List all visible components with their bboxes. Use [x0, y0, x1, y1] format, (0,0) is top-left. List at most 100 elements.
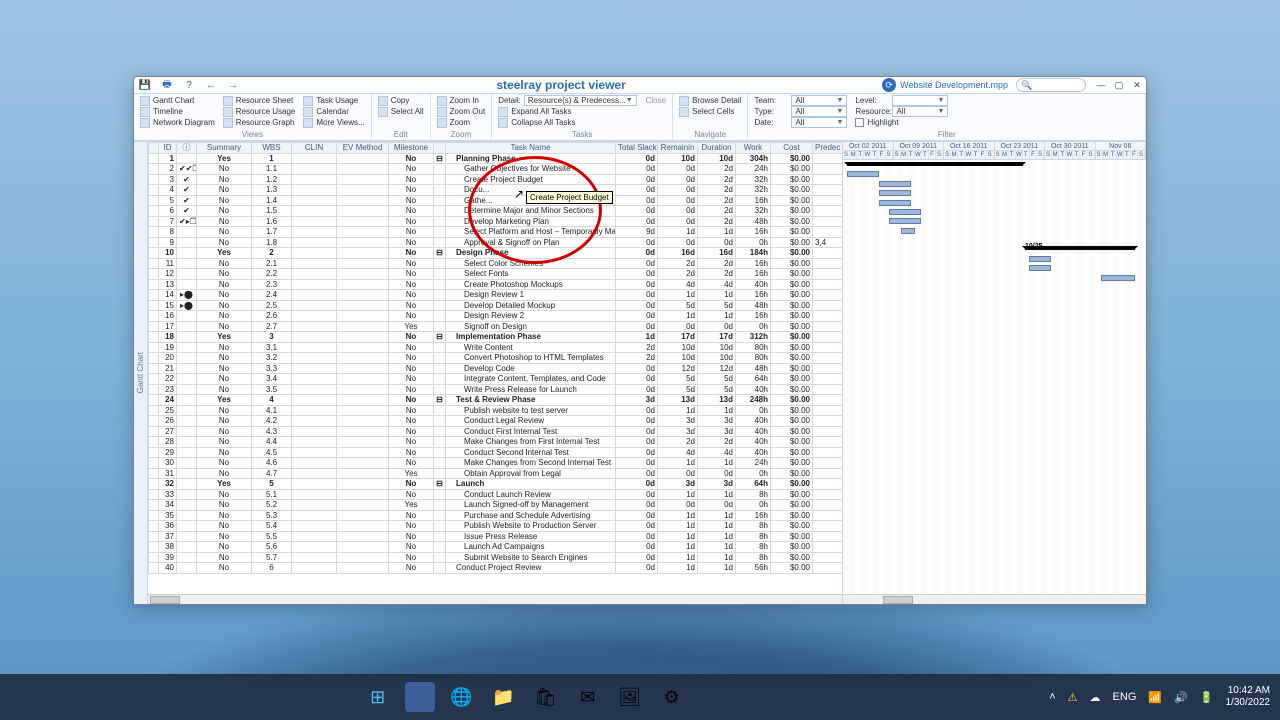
close-button[interactable]: ✕ — [1132, 80, 1142, 90]
highlight-checkbox[interactable]: Highlight — [853, 117, 950, 128]
collapse-all-button[interactable]: Collapse All Tasks — [496, 117, 668, 128]
table-row[interactable]: 2✔✔❐No1.1NoGather Objectives for Website… — [149, 164, 843, 175]
column-header[interactable]: Duration — [698, 143, 736, 154]
column-header[interactable] — [434, 143, 446, 154]
select-cells-button[interactable]: Select Cells — [677, 106, 743, 117]
resource-usage-button[interactable]: Resource Usage — [221, 106, 298, 117]
copy-button[interactable]: Copy — [376, 95, 426, 106]
select-all-button[interactable]: Select All — [376, 106, 426, 117]
table-row[interactable]: 1Yes1No⊟Planning Phase0d10d10d304h$0.00 — [149, 153, 843, 164]
team-select[interactable]: All▼ — [791, 95, 847, 106]
qat-print-icon[interactable]: 🖶 — [160, 78, 174, 92]
resource-sheet-button[interactable]: Resource Sheet — [221, 95, 298, 106]
start-button[interactable]: ⊞ — [363, 682, 393, 712]
refresh-icon[interactable]: ⟳ — [882, 78, 896, 92]
table-row[interactable]: 16No2.6NoDesign Review 20d1d1d16h$0.00 — [149, 311, 843, 322]
table-row[interactable]: 4✔No1.3NoDocu...0d0d2d32h$0.00 — [149, 185, 843, 196]
app-icon[interactable]: 🖼 — [615, 682, 645, 712]
browse-detail-button[interactable]: Browse Detail — [677, 95, 743, 106]
column-header[interactable]: Task Name — [446, 143, 616, 154]
column-header[interactable]: ⓘ — [177, 143, 197, 154]
table-row[interactable]: 30No4.6NoMake Changes from Second Intern… — [149, 458, 843, 469]
mail-icon[interactable]: ✉ — [573, 682, 603, 712]
table-row[interactable]: 29No4.5NoConduct Second Internal Test0d4… — [149, 447, 843, 458]
task-usage-button[interactable]: Task Usage — [301, 95, 366, 106]
table-row[interactable]: 33No5.1NoConduct Launch Review0d1d1d8h$0… — [149, 489, 843, 500]
table-row[interactable]: 39No5.7NoSubmit Website to Search Engine… — [149, 552, 843, 563]
table-row[interactable]: 19No3.1NoWrite Content2d10d10d80h$0.00 — [149, 342, 843, 353]
edge-icon[interactable]: 🌐 — [447, 682, 477, 712]
more-views-button[interactable]: More Views... — [301, 117, 366, 128]
table-row[interactable]: 40No6NoConduct Project Review0d1d1d56h$0… — [149, 563, 843, 574]
grid-h-scrollbar[interactable] — [148, 594, 842, 604]
search-input[interactable]: 🔍 — [1016, 78, 1086, 92]
gantt-body[interactable]: 10/25 — [843, 160, 1146, 594]
qat-help-icon[interactable]: ? — [182, 78, 196, 92]
zoom-out-button[interactable]: Zoom Out — [435, 106, 488, 117]
column-header[interactable]: ID — [159, 143, 177, 154]
table-row[interactable]: 21No3.3NoDevelop Code0d12d12d48h$0.00 — [149, 363, 843, 374]
settings-icon[interactable]: ⚙ — [657, 682, 687, 712]
table-row[interactable]: 37No5.5NoIssue Press Release0d1d1d8h$0.0… — [149, 531, 843, 542]
network-diagram-button[interactable]: Network Diagram — [138, 117, 217, 128]
column-header[interactable]: Total Slack — [616, 143, 658, 154]
maximize-button[interactable]: ▢ — [1114, 80, 1124, 90]
resource-graph-button[interactable]: Resource Graph — [221, 117, 298, 128]
table-row[interactable]: 35No5.3NoPurchase and Schedule Advertisi… — [149, 510, 843, 521]
type-select[interactable]: All▼ — [791, 106, 847, 117]
table-row[interactable]: 25No4.1NoPublish website to test server0… — [149, 405, 843, 416]
table-row[interactable]: 14▸⬤No2.4NoDesign Review 10d1d1d16h$0.00 — [149, 290, 843, 301]
tray-onedrive-icon[interactable]: ☁ — [1090, 691, 1101, 704]
qat-save-icon[interactable]: 💾 — [138, 78, 152, 92]
column-header[interactable]: Summary — [197, 143, 252, 154]
store-icon[interactable]: 🛍 — [531, 682, 561, 712]
column-header[interactable]: Cost — [771, 143, 813, 154]
close-detail-button[interactable]: Close — [646, 96, 666, 105]
table-row[interactable]: 22No3.4NoIntegrate Content, Templates, a… — [149, 374, 843, 385]
column-header[interactable]: Remainin — [658, 143, 698, 154]
table-row[interactable]: 34No5.2YesLaunch Signed-off by Managemen… — [149, 500, 843, 511]
table-row[interactable]: 9No1.8NoApproval & Signoff on Plan0d0d0d… — [149, 237, 843, 248]
level-select[interactable]: ▼ — [892, 95, 948, 106]
timeline-button[interactable]: Timeline — [138, 106, 217, 117]
tray-warning-icon[interactable]: ⚠ — [1068, 691, 1078, 704]
tray-language[interactable]: ENG — [1113, 691, 1137, 703]
gantt-h-scrollbar[interactable] — [843, 594, 1146, 604]
column-header[interactable]: EV Method — [337, 143, 389, 154]
table-row[interactable]: 31No4.7YesObtain Approval from Legal0d0d… — [149, 468, 843, 479]
minimize-button[interactable]: — — [1096, 80, 1106, 90]
tray-network-icon[interactable]: 📶 — [1148, 691, 1162, 704]
qat-back-icon[interactable]: ← — [204, 78, 218, 92]
calendar-button[interactable]: Calendar — [301, 106, 366, 117]
table-row[interactable]: 20No3.2NoConvert Photoshop to HTML Templ… — [149, 353, 843, 364]
task-view-button[interactable] — [405, 682, 435, 712]
expand-all-button[interactable]: Expand All Tasks — [496, 106, 668, 117]
table-row[interactable]: 23No3.5NoWrite Press Release for Launch0… — [149, 384, 843, 395]
column-header[interactable]: Predec — [813, 143, 843, 154]
table-row[interactable]: 27No4.3NoConduct First Internal Test0d3d… — [149, 426, 843, 437]
column-header[interactable]: CLIN — [292, 143, 337, 154]
table-row[interactable]: 28No4.4NoMake Changes from First Interna… — [149, 437, 843, 448]
table-row[interactable]: 18Yes3No⊟Implementation Phase1d17d17d312… — [149, 332, 843, 343]
detail-select[interactable]: Resource(s) & Predecess...▼ — [524, 95, 637, 106]
file-explorer-icon[interactable]: 📁 — [489, 682, 519, 712]
gantt-chart-button[interactable]: Gantt Chart — [138, 95, 217, 106]
table-row[interactable]: 6✔No1.5NoDetermine Major and Minor Secti… — [149, 206, 843, 217]
tray-chevron-icon[interactable]: ˄ — [1049, 691, 1055, 703]
tray-clock[interactable]: 10:42 AM 1/30/2022 — [1226, 685, 1271, 709]
tray-volume-icon[interactable]: 🔊 — [1174, 691, 1188, 704]
date-select[interactable]: All▼ — [791, 117, 847, 128]
table-row[interactable]: 24Yes4No⊟Test & Review Phase3d13d13d248h… — [149, 395, 843, 406]
zoom-button[interactable]: Zoom — [435, 117, 488, 128]
table-row[interactable]: 10Yes2No⊟Design Phase0d16d16d184h$0.00 — [149, 248, 843, 259]
table-row[interactable]: 11No2.1NoSelect Color Schemes0d2d2d16h$0… — [149, 258, 843, 269]
table-row[interactable]: 5✔No1.4NoGathe...0d0d2d16h$0.00 — [149, 195, 843, 206]
resource-select[interactable]: All▼ — [892, 106, 948, 117]
table-row[interactable]: 12No2.2NoSelect Fonts0d2d2d16h$0.00 — [149, 269, 843, 280]
table-row[interactable]: 3✔No1.2NoCreate Project Budget0d0d2d32h$… — [149, 174, 843, 185]
tray-battery-icon[interactable]: 🔋 — [1200, 691, 1214, 704]
table-row[interactable]: 36No5.4NoPublish Website to Production S… — [149, 521, 843, 532]
zoom-in-button[interactable]: Zoom In — [435, 95, 488, 106]
table-row[interactable]: 13No2.3NoCreate Photoshop Mockups0d4d4d4… — [149, 279, 843, 290]
table-row[interactable]: 26No4.2NoConduct Legal Review0d3d3d40h$0… — [149, 416, 843, 427]
